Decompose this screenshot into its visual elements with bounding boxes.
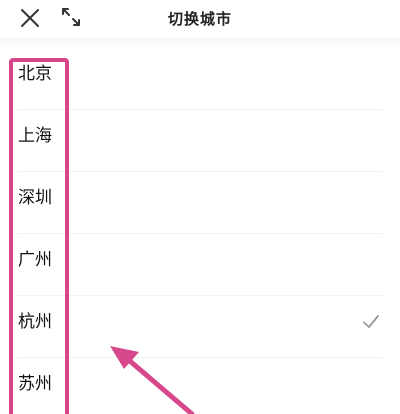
city-label: 苏州 [18, 374, 52, 394]
city-switch-screen: 切换城市 北京 上海 深圳 广州 杭州 苏州 [0, 0, 400, 414]
top-bar: 切换城市 [0, 0, 400, 38]
city-label: 北京 [18, 64, 52, 84]
city-item-suzhou[interactable]: 苏州 [0, 358, 400, 414]
city-item-hangzhou[interactable]: 杭州 [0, 296, 400, 358]
city-label: 上海 [18, 126, 52, 146]
city-item-shanghai[interactable]: 上海 [0, 110, 400, 172]
city-label: 深圳 [18, 188, 52, 208]
city-item-guangzhou[interactable]: 广州 [0, 234, 400, 296]
page-title: 切换城市 [167, 10, 232, 28]
city-label: 杭州 [18, 312, 52, 332]
city-item-beijing[interactable]: 北京 [0, 48, 400, 110]
check-icon [362, 313, 380, 331]
city-item-shenzhen[interactable]: 深圳 [0, 172, 400, 234]
city-label: 广州 [18, 250, 52, 270]
city-list: 北京 上海 深圳 广州 杭州 苏州 [0, 48, 400, 414]
